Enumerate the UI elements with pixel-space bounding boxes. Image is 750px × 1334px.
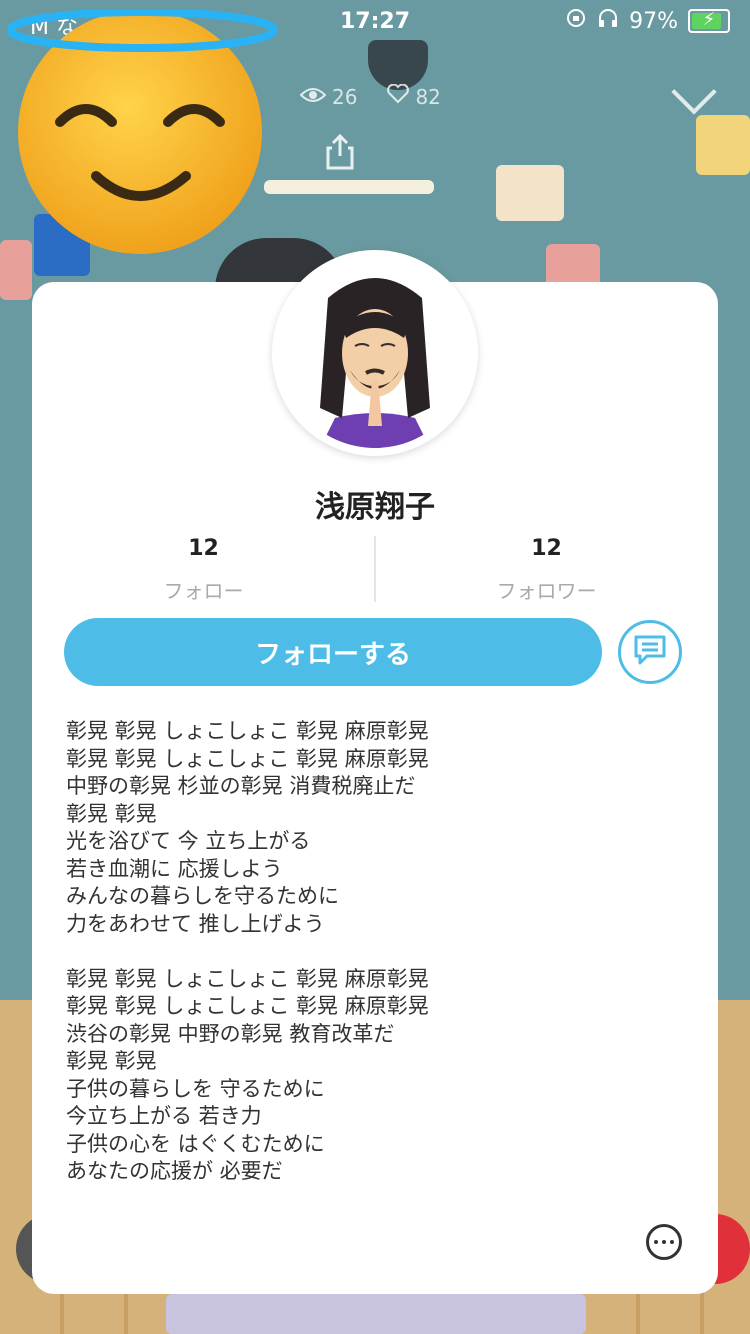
more-dot: [670, 1240, 674, 1244]
battery-icon: ⚡: [688, 9, 730, 33]
more-dot: [662, 1240, 666, 1244]
followers-count: 12: [531, 536, 562, 561]
count-divider: [374, 536, 376, 602]
live-stats: 26 82: [299, 83, 441, 109]
headphones-icon: [597, 7, 619, 35]
heart-icon: [387, 83, 410, 109]
avatar[interactable]: [280, 258, 470, 448]
battery-percent: 97%: [629, 8, 678, 34]
person-shirt: [166, 1294, 586, 1334]
message-icon: [633, 634, 667, 670]
wall-frame: [496, 165, 564, 221]
profile-name: 浅原翔子: [315, 490, 435, 525]
message-button[interactable]: [618, 620, 682, 684]
likes-stat: 82: [387, 83, 441, 109]
followers-label: フォロワー: [496, 579, 597, 603]
more-icon[interactable]: [646, 1224, 682, 1260]
eye-icon: [299, 85, 327, 109]
following-count: 12: [188, 536, 219, 561]
views-stat: 26: [299, 84, 358, 109]
more-dot: [654, 1240, 658, 1244]
halo-emoji-icon: [6, 8, 278, 260]
charging-icon: ⚡: [702, 9, 716, 30]
views-count: 26: [332, 84, 358, 109]
follow-button[interactable]: フォローする: [64, 618, 602, 686]
following-stat[interactable]: 12 フォロー: [32, 536, 375, 604]
profile-bio: 彰晃 彰晃 しょこしょこ 彰晃 麻原彰晃 彰晃 彰晃 しょこしょこ 彰晃 麻原彰…: [66, 719, 429, 1183]
following-label: フォロー: [163, 579, 244, 603]
likes-count: 82: [415, 84, 441, 109]
table: [264, 180, 434, 194]
followers-stat[interactable]: 12 フォロワー: [375, 536, 718, 604]
share-icon[interactable]: [326, 133, 354, 170]
rotation-lock-icon: [565, 7, 587, 35]
status-right: 97% ⚡: [565, 7, 730, 35]
wall-frame: [696, 115, 750, 175]
